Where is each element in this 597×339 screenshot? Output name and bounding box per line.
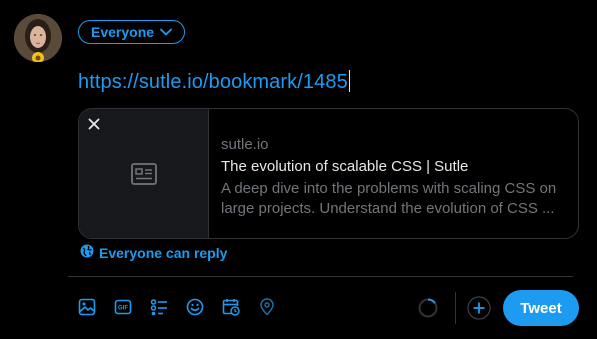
- globe-icon: [80, 244, 94, 261]
- card-domain: sutle.io: [221, 136, 269, 153]
- plus-icon[interactable]: [467, 296, 491, 320]
- reply-setting-button[interactable]: Everyone can reply: [80, 244, 227, 261]
- reply-setting-label: Everyone can reply: [99, 244, 228, 261]
- location-icon[interactable]: [257, 296, 277, 318]
- character-count-ring: [418, 298, 438, 318]
- svg-text:GIF: GIF: [118, 306, 128, 312]
- audience-selector[interactable]: Everyone: [78, 20, 186, 44]
- schedule-icon[interactable]: [221, 296, 241, 318]
- compose-toolbar: GIF: [77, 296, 277, 318]
- card-description: A deep dive into the problems with scali…: [221, 180, 557, 217]
- tweet-button[interactable]: Tweet: [503, 290, 579, 326]
- poll-icon[interactable]: [149, 296, 169, 318]
- card-text: sutle.io The evolution of scalable CSS |…: [209, 109, 573, 238]
- tweet-text-content: https://sutle.io/bookmark/1485: [78, 71, 348, 93]
- tweet-text-input[interactable]: https://sutle.io/bookmark/1485: [78, 70, 350, 94]
- card-thumbnail: [79, 109, 209, 238]
- avatar[interactable]: [14, 14, 62, 62]
- article-placeholder-icon: [131, 163, 157, 190]
- divider: [68, 276, 573, 277]
- close-icon[interactable]: [85, 115, 103, 133]
- card-title: The evolution of scalable CSS | Sutle: [221, 158, 469, 175]
- text-caret: [348, 70, 350, 92]
- chevron-down-icon: [160, 28, 172, 36]
- gif-icon[interactable]: GIF: [113, 296, 133, 318]
- emoji-icon[interactable]: [185, 296, 205, 318]
- link-preview-card[interactable]: sutle.io The evolution of scalable CSS |…: [78, 108, 579, 239]
- image-icon[interactable]: [77, 296, 97, 318]
- audience-label: Everyone: [91, 24, 155, 40]
- toolbar-separator: [455, 292, 456, 324]
